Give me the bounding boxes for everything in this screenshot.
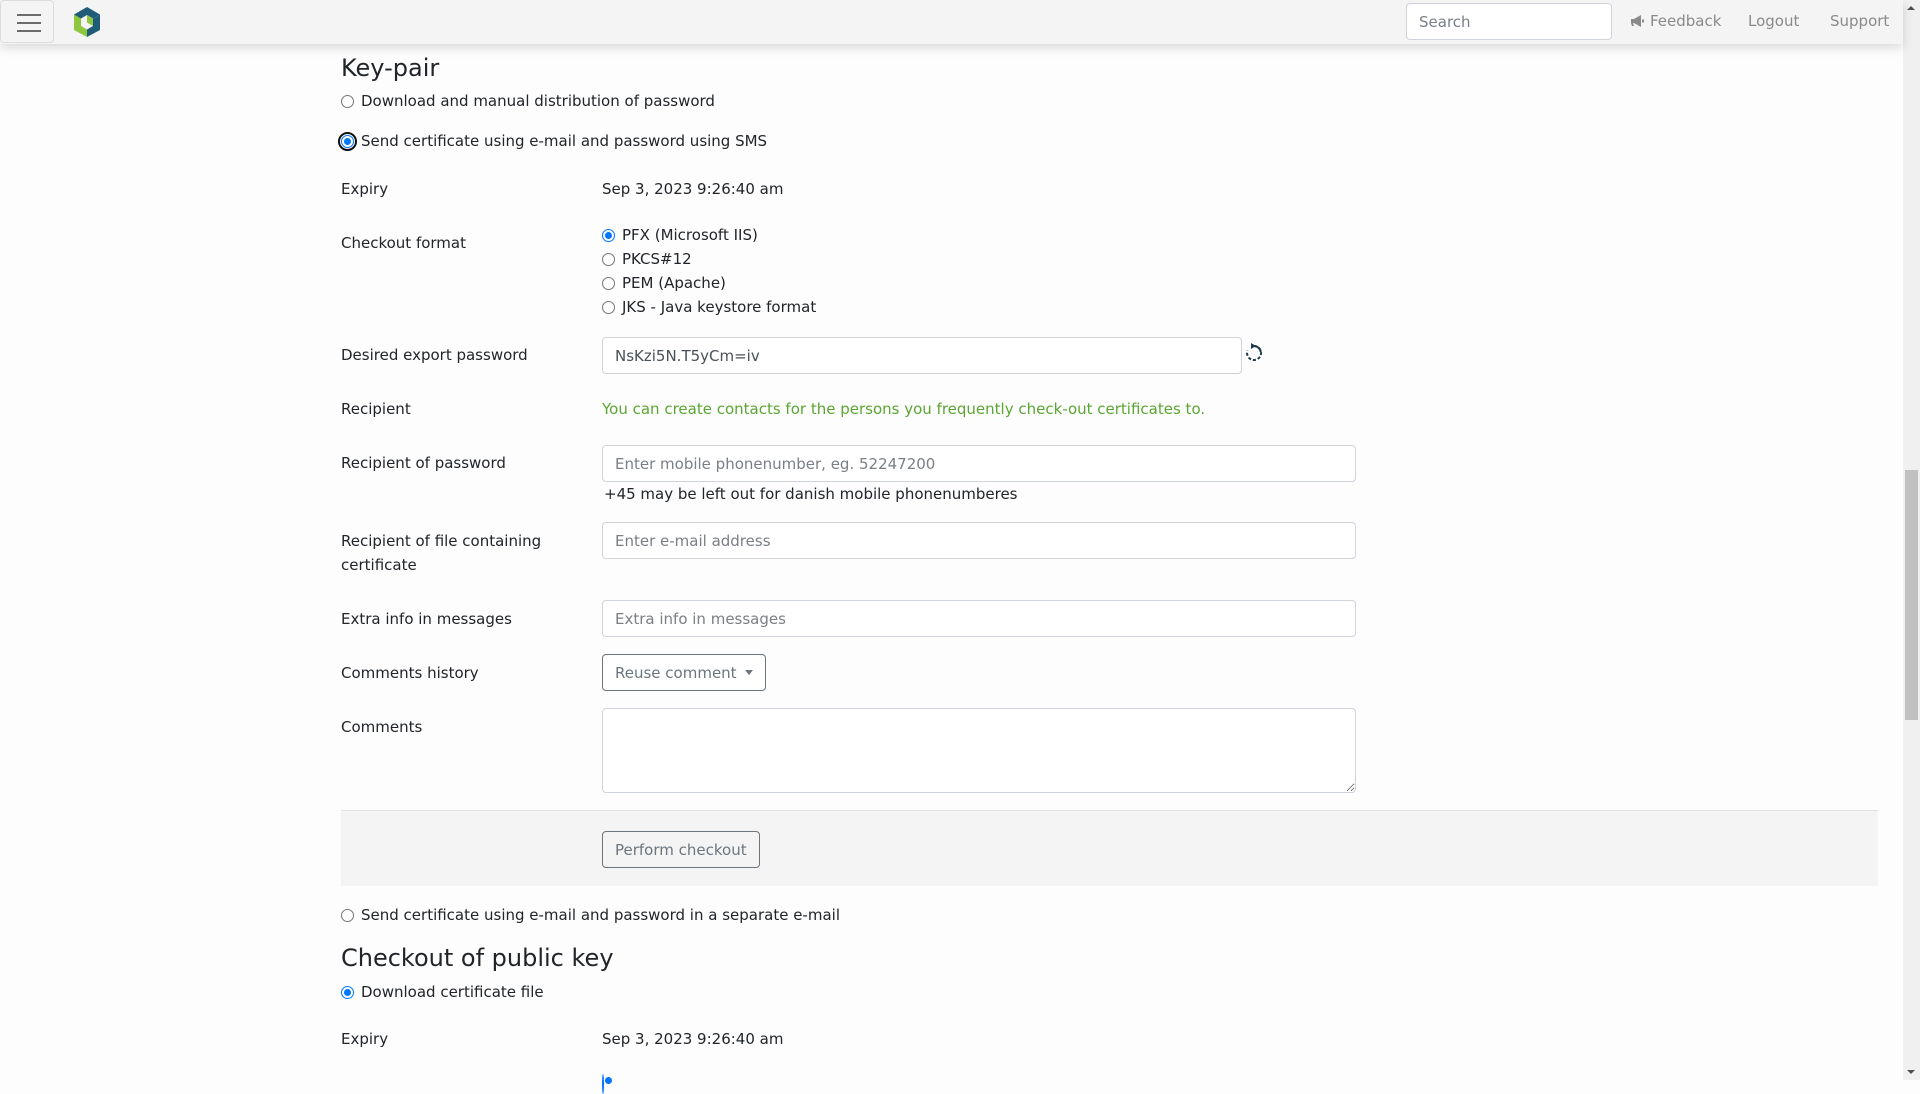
format-option-pfx[interactable]: PFX (Microsoft IIS) [602,226,758,244]
format-pkcs12-label: PKCS#12 [622,250,692,268]
radio-email-separate[interactable] [341,908,354,922]
option-download-manual[interactable]: Download and manual distribution of pass… [341,92,715,110]
megaphone-icon [1631,15,1644,27]
regenerate-password-icon[interactable] [1244,343,1264,363]
comments-textarea[interactable] [602,708,1356,793]
public-key-heading: Checkout of public key [341,944,614,972]
recipient-file-label: Recipient of file containing certificate [341,532,542,574]
format-pfx-label: PFX (Microsoft IIS) [622,226,758,244]
feedback-link[interactable]: Feedback [1630,12,1721,30]
public-expiry-value: Sep 3, 2023 9:26:40 am [602,1030,784,1048]
option-download-certificate-label: Download certificate file [361,983,544,1001]
support-link[interactable]: Support [1830,12,1889,30]
option-email-separate-label: Send certificate using e-mail and passwo… [361,906,840,924]
page-scrollbar[interactable] [1903,0,1920,1080]
option-email-separate[interactable]: Send certificate using e-mail and passwo… [341,906,840,924]
keypair-heading: Key-pair [341,54,440,82]
reuse-comment-dropdown[interactable]: Reuse comment [602,654,766,691]
option-download-certificate[interactable]: Download certificate file [341,983,544,1001]
expiry-label: Expiry [341,180,389,198]
scrollbar-thumb[interactable] [1905,470,1918,720]
menu-toggle-button[interactable] [0,0,54,43]
form-actions-panel: Perform checkout [341,810,1878,886]
hamburger-icon-bar [17,22,41,24]
format-option-pkcs12[interactable]: PKCS#12 [602,250,692,268]
checkout-format-label: Checkout format [341,234,466,252]
recipient-label: Recipient [341,400,411,418]
format-pem-label: PEM (Apache) [622,274,726,292]
export-password-label: Desired export password [341,346,528,364]
extra-info-label: Extra info in messages [341,610,512,628]
top-navbar: Feedback Logout Support [0,0,1903,44]
recipient-password-label: Recipient of password [341,454,506,472]
scroll-down-arrow-icon[interactable] [1907,1070,1915,1074]
comments-label: Comments [341,718,423,736]
feedback-label: Feedback [1650,12,1722,30]
public-expiry-label: Expiry [341,1030,389,1048]
search-input[interactable] [1406,3,1612,40]
logout-link[interactable]: Logout [1748,12,1799,30]
radio-email-sms[interactable] [338,131,357,151]
radio-format-pkcs12[interactable] [602,252,615,266]
format-option-jks[interactable]: JKS - Java keystore format [602,298,816,316]
export-password-input[interactable] [602,337,1242,374]
recipient-contacts-hint[interactable]: You can create contacts for the persons … [602,400,1205,418]
hamburger-icon-bar [17,14,41,16]
scroll-up-arrow-icon[interactable] [1907,6,1915,10]
expiry-value: Sep 3, 2023 9:26:40 am [602,180,784,198]
radio-partial-offscreen[interactable] [602,1074,604,1094]
radio-format-jks[interactable] [602,300,615,314]
option-email-sms-label: Send certificate using e-mail and passwo… [361,132,768,150]
comments-history-label: Comments history [341,664,479,682]
radio-download-manual[interactable] [341,94,354,108]
format-jks-label: JKS - Java keystore format [622,298,817,316]
recipient-phone-input[interactable] [602,445,1356,482]
app-logo[interactable] [71,6,103,38]
phone-help-text: +45 may be left out for danish mobile ph… [604,485,1018,503]
recipient-email-input[interactable] [602,522,1356,559]
option-email-sms[interactable]: Send certificate using e-mail and passwo… [338,131,768,151]
extra-info-input[interactable] [602,600,1356,637]
chevron-down-icon [744,670,753,675]
hamburger-icon-bar [17,30,41,32]
radio-format-pfx[interactable] [602,228,615,242]
reuse-comment-label: Reuse comment [615,663,737,682]
radio-download-certificate[interactable] [341,985,354,999]
option-download-manual-label: Download and manual distribution of pass… [361,92,715,110]
format-option-pem[interactable]: PEM (Apache) [602,274,726,292]
radio-format-pem[interactable] [602,276,615,290]
perform-checkout-button[interactable]: Perform checkout [602,831,760,868]
